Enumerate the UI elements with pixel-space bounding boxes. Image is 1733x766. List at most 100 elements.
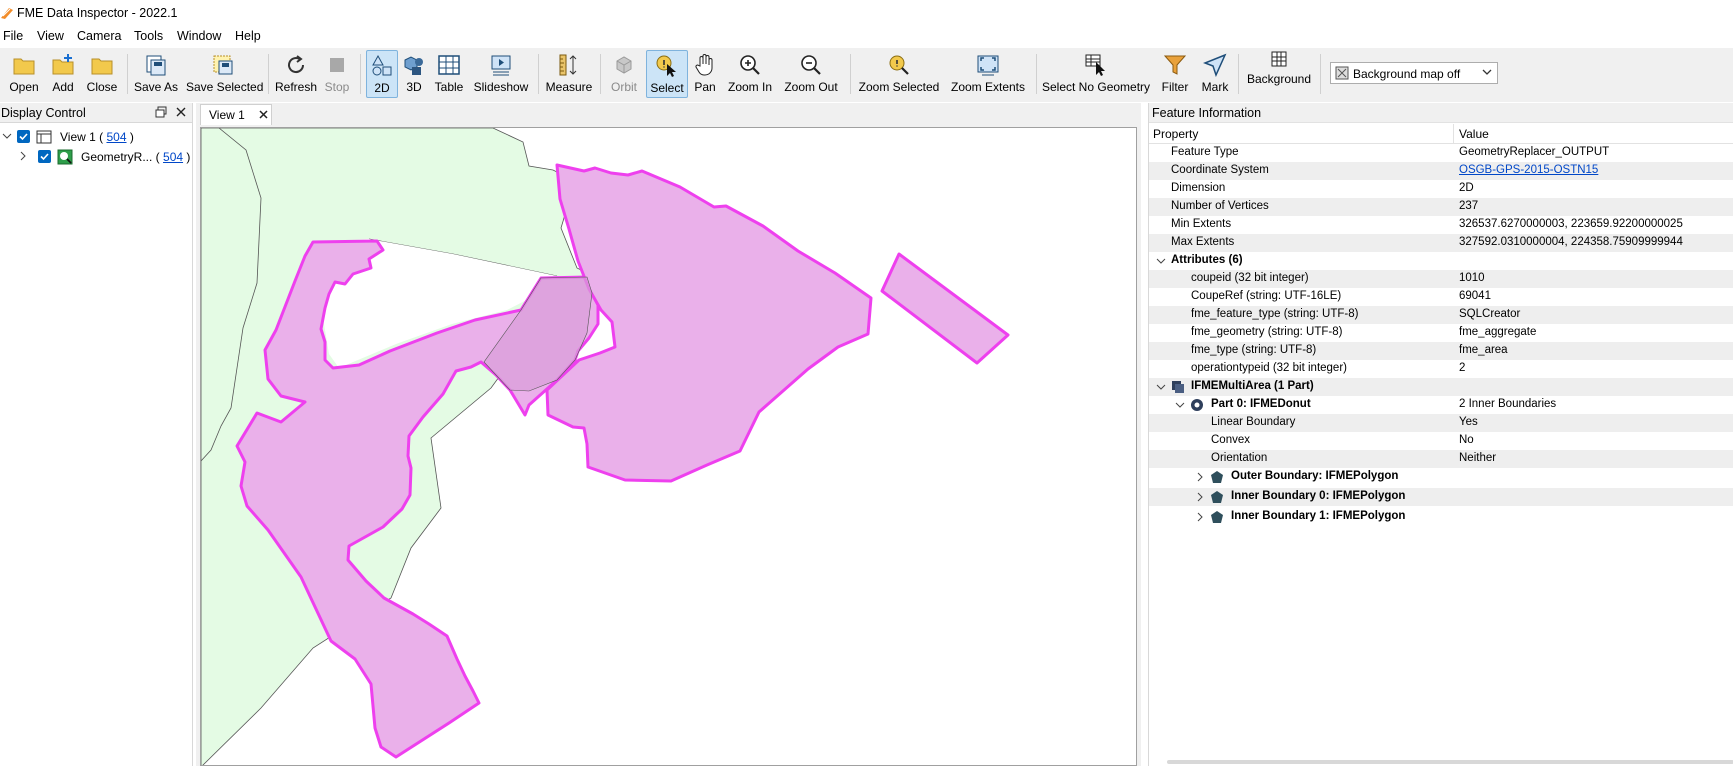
view-3d-button[interactable]: 3D — [400, 50, 428, 98]
select-no-geometry-button[interactable]: Select No Geometry — [1042, 50, 1150, 98]
background-map-dropdown[interactable]: Background map off — [1330, 62, 1498, 84]
save-as-button[interactable]: Save As — [133, 50, 179, 98]
toolbar-separator — [1036, 54, 1037, 94]
column-header-value[interactable]: Value — [1459, 127, 1489, 141]
coordinate-system-link[interactable]: OSGB-GPS-2015-OSTN15 — [1459, 164, 1598, 176]
map-graphics[interactable] — [201, 128, 1137, 766]
chevron-down-icon[interactable] — [1156, 256, 1166, 266]
zoom-out-button[interactable]: Zoom Out — [782, 50, 840, 98]
panel-title: Feature Information — [1152, 106, 1262, 120]
selected-feature[interactable] — [235, 163, 1010, 759]
attributes-group-row[interactable]: Attributes (6) — [1149, 252, 1733, 270]
boundary-row[interactable]: Outer Boundary: IFMEPolygon — [1149, 468, 1733, 486]
3d-shapes-icon — [404, 56, 423, 75]
select-button[interactable]: Select — [646, 50, 688, 98]
chevron-down-icon[interactable] — [1175, 400, 1185, 410]
layer-style-icon[interactable] — [57, 149, 73, 165]
table-row[interactable]: Feature Type GeometryReplacer_OUTPUT — [1149, 144, 1733, 162]
zoom-in-button[interactable]: Zoom In — [726, 50, 774, 98]
slideshow-button[interactable]: Slideshow — [472, 50, 530, 98]
table-row[interactable]: fme_type (string: UTF-8) fme_area — [1149, 342, 1733, 360]
view-visibility-checkbox[interactable] — [17, 130, 30, 143]
chevron-right-icon[interactable] — [1195, 512, 1205, 522]
toolbar-separator — [600, 54, 601, 94]
menu-view[interactable]: View — [35, 29, 66, 43]
table-button[interactable]: Table — [432, 50, 466, 98]
save-selected-button[interactable]: Save Selected — [186, 50, 263, 98]
orbit-button[interactable]: Orbit — [606, 50, 642, 98]
layer-feature-count-link[interactable]: 504 — [163, 150, 183, 164]
tree-item-layer[interactable]: GeometryR... ( 504 ) — [0, 148, 190, 166]
menu-camera[interactable]: Camera — [75, 29, 123, 43]
window-title: FME Data Inspector - 2022.1 — [17, 6, 178, 20]
chevron-right-icon[interactable] — [1195, 492, 1205, 502]
view-label: View 1 ( — [60, 130, 104, 144]
view-window-icon — [36, 130, 52, 144]
table-row[interactable]: Orientation Neither — [1149, 450, 1733, 468]
zoom-extents-button[interactable]: Zoom Extents — [948, 50, 1028, 98]
table-row[interactable]: Max Extents 327592.0310000004, 224358.75… — [1149, 234, 1733, 252]
chevron-down-icon[interactable] — [2, 131, 12, 141]
filter-funnel-icon — [1163, 55, 1187, 75]
part-row[interactable]: Part 0: IFMEDonut 2 Inner Boundaries — [1149, 396, 1733, 414]
view-label-close: ) — [129, 130, 134, 144]
menu-window[interactable]: Window — [175, 29, 223, 43]
filter-button[interactable]: Filter — [1156, 50, 1194, 98]
column-header-property[interactable]: Property — [1153, 127, 1198, 141]
menu-bar: File View Camera Tools Window Help — [0, 28, 1733, 48]
mark-arrow-icon — [1203, 53, 1227, 77]
float-panel-icon[interactable] — [155, 106, 167, 118]
checkmark-icon — [19, 133, 28, 141]
boundary-row[interactable]: Inner Boundary 1: IFMEPolygon — [1149, 508, 1733, 526]
toolbar-separator — [127, 54, 128, 94]
menu-help[interactable]: Help — [233, 29, 263, 43]
boundary-row[interactable]: Inner Boundary 0: IFMEPolygon — [1149, 488, 1733, 506]
table-row[interactable]: Min Extents 326537.6270000003, 223659.92… — [1149, 216, 1733, 234]
menu-file[interactable]: File — [1, 29, 25, 43]
mark-button[interactable]: Mark — [1198, 50, 1232, 98]
chevron-right-icon[interactable] — [1195, 472, 1205, 482]
chevron-right-icon[interactable] — [18, 151, 28, 161]
table-row[interactable]: coupeid (32 bit integer) 1010 — [1149, 270, 1733, 288]
panel-title: Display Control — [1, 106, 86, 120]
checkmark-icon — [40, 153, 49, 161]
menu-tools[interactable]: Tools — [132, 29, 165, 43]
zoom-selected-button[interactable]: Zoom Selected — [856, 50, 942, 98]
table-row[interactable]: Number of Vertices 237 — [1149, 198, 1733, 216]
selected-polygon-east[interactable] — [880, 252, 1010, 365]
toolbar-separator — [538, 54, 539, 94]
refresh-button[interactable]: Refresh — [274, 50, 318, 98]
column-divider[interactable] — [1453, 124, 1454, 144]
stop-button[interactable]: Stop — [322, 50, 352, 98]
map-canvas[interactable] — [200, 127, 1137, 766]
table-row[interactable]: Convex No — [1149, 432, 1733, 450]
add-button[interactable]: Add — [46, 50, 80, 98]
background-button[interactable]: Background — [1244, 50, 1314, 94]
measure-button[interactable]: Measure — [544, 50, 594, 98]
chevron-down-icon[interactable] — [1156, 382, 1166, 392]
stop-icon — [330, 58, 344, 72]
tree-item-view[interactable]: View 1 ( 504 ) — [0, 128, 190, 146]
table-row[interactable]: Coordinate System OSGB-GPS-2015-OSTN15 — [1149, 162, 1733, 180]
close-icon[interactable] — [258, 109, 269, 120]
table-row[interactable]: Dimension 2D — [1149, 180, 1733, 198]
feature-info-table: Property Value Feature Type GeometryRepl… — [1149, 124, 1733, 766]
pan-button[interactable]: Pan — [690, 50, 720, 98]
table-row[interactable]: CoupeRef (string: UTF-16LE) 69041 — [1149, 288, 1733, 306]
zoom-selected-icon — [889, 55, 909, 75]
view-feature-count-link[interactable]: 504 — [106, 130, 126, 144]
close-button[interactable]: Close — [84, 50, 120, 98]
table-row[interactable]: operationtypeid (32 bit integer) 2 — [1149, 360, 1733, 378]
table-row[interactable]: fme_feature_type (string: UTF-8) SQLCrea… — [1149, 306, 1733, 324]
layer-visibility-checkbox[interactable] — [38, 150, 51, 163]
tab-view-1[interactable]: View 1 — [200, 104, 272, 125]
table-row[interactable]: fme_geometry (string: UTF-8) fme_aggrega… — [1149, 324, 1733, 342]
toolbar-separator — [268, 54, 269, 94]
view-2d-button[interactable]: 2D — [366, 50, 398, 98]
title-bar: FME Data Inspector - 2022.1 — [0, 0, 1733, 28]
table-row[interactable]: Linear Boundary Yes — [1149, 414, 1733, 432]
open-button[interactable]: Open — [6, 50, 42, 98]
geometry-group-row[interactable]: IFMEMultiArea (1 Part) — [1149, 378, 1733, 396]
close-icon[interactable] — [174, 105, 188, 119]
horizontal-scrollbar[interactable] — [1167, 760, 1733, 764]
